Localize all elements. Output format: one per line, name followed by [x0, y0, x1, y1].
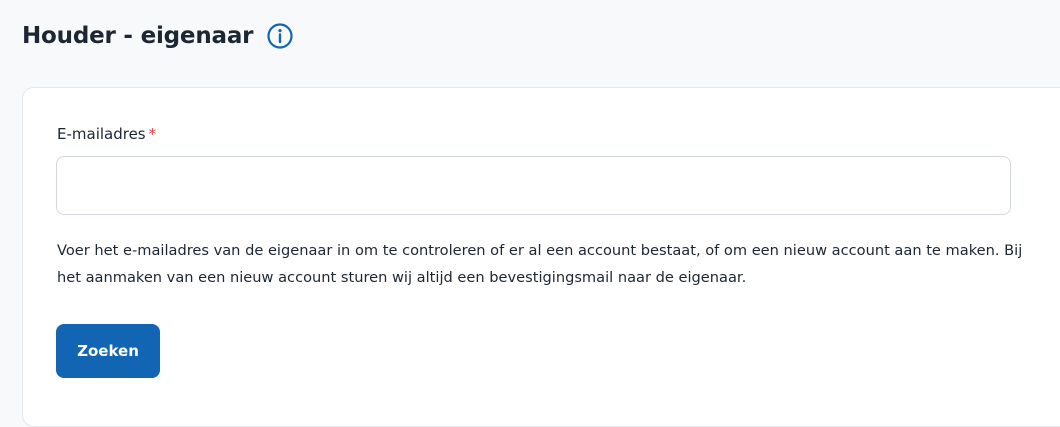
required-marker: * [148, 125, 157, 143]
info-icon[interactable] [266, 22, 294, 50]
email-help-text: Voer het e-mailadres van de eigenaar in … [57, 242, 1023, 286]
owner-form-card: E-mailadres * Voer het e-mailadres van de… [22, 87, 1060, 427]
email-label-text: E-mailadres [57, 125, 146, 143]
info-circle-icon [267, 23, 293, 49]
page-title: Houder - eigenaar [22, 23, 254, 49]
email-input[interactable] [56, 156, 1011, 215]
search-button[interactable]: Zoeken [56, 324, 160, 378]
page-header: Houder - eigenaar [22, 18, 294, 54]
email-label: E-mailadres * [57, 125, 156, 143]
